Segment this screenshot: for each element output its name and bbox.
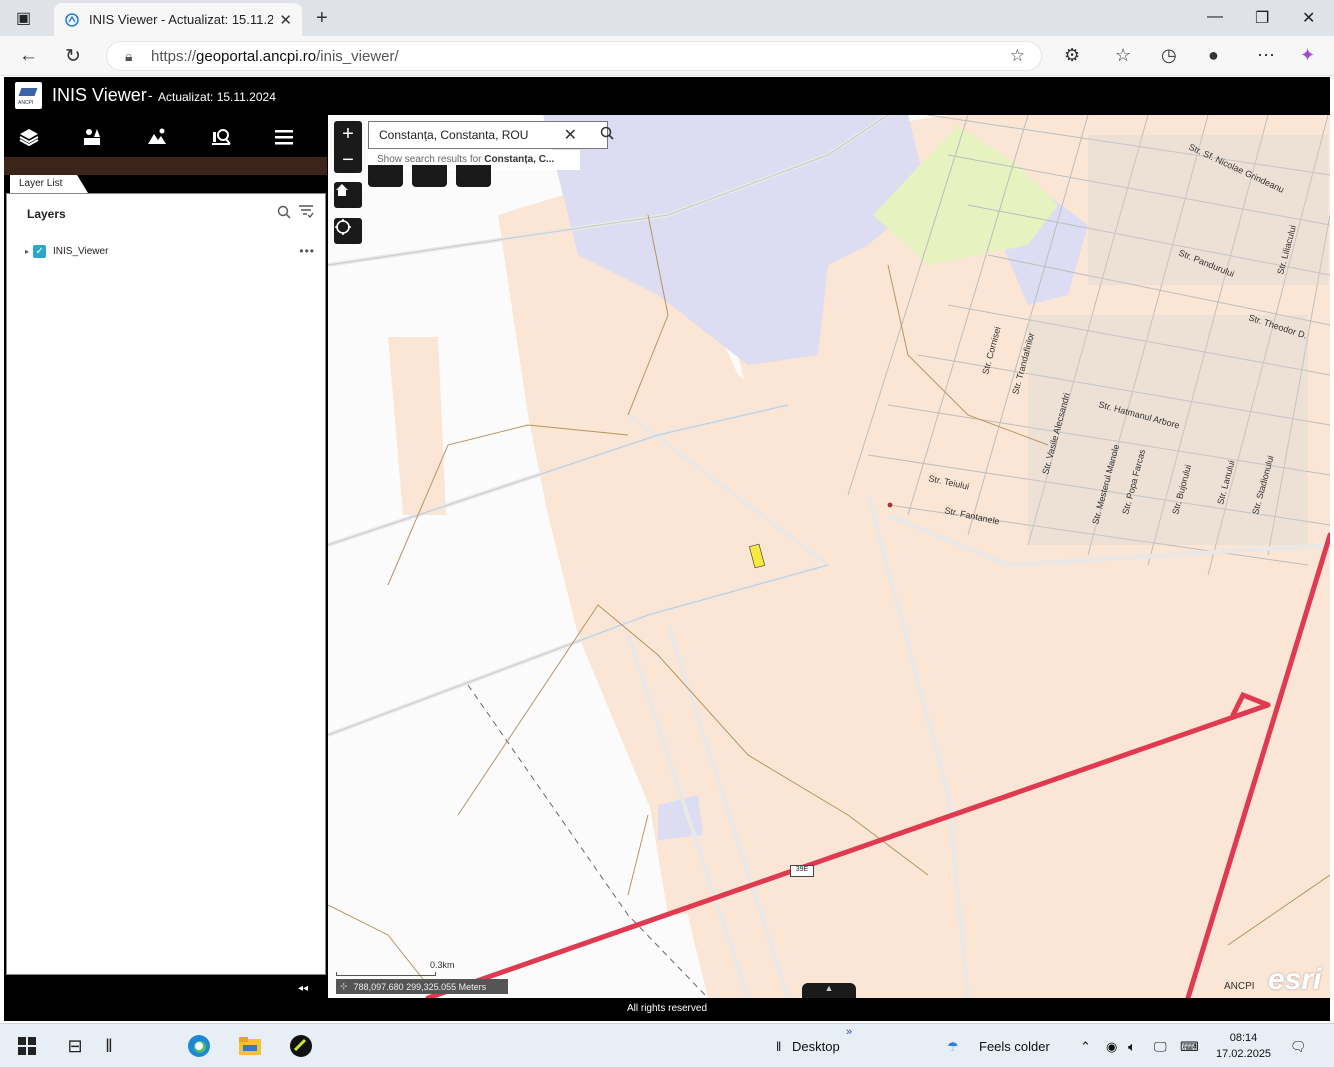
notifications-icon[interactable]: 🗨︎ bbox=[1290, 1039, 1307, 1055]
keyboard-icon[interactable]: ⌨ bbox=[1180, 1039, 1199, 1055]
collapse-panel-icon[interactable]: ◂◂ bbox=[298, 983, 308, 994]
layer-name: INIS_Viewer bbox=[53, 245, 109, 257]
basemap-icon[interactable] bbox=[143, 123, 171, 151]
map-attribution: ANCPI bbox=[1224, 981, 1255, 992]
coordinate-readout: ⊹ 788,097.680 299,325.055 Meters bbox=[336, 979, 508, 994]
copilot-icon[interactable]: ✦ bbox=[1300, 45, 1315, 66]
expand-caret-icon[interactable]: ▸ bbox=[25, 247, 29, 256]
clock-date: 17.02.2025 bbox=[1216, 1048, 1272, 1060]
reload-icon[interactable]: ↻ bbox=[65, 45, 81, 68]
app-title: INIS Viewer bbox=[52, 85, 147, 105]
identify-icon[interactable] bbox=[207, 123, 235, 151]
clock-time: 08:14 bbox=[1229, 1032, 1258, 1044]
desktop-toolbar-label[interactable]: Desktop bbox=[792, 1039, 840, 1054]
search-value: Constanța, Constanta, ROU bbox=[379, 128, 529, 142]
new-tab-icon[interactable]: + bbox=[316, 7, 328, 30]
weather-text[interactable]: Feels colder bbox=[979, 1039, 1050, 1054]
attribute-table-toggle[interactable]: ▲ bbox=[802, 983, 856, 998]
layer-list-panel: Layers ▸ ✓ INIS_Viewer ••• bbox=[6, 193, 326, 975]
layer-options-icon[interactable]: ••• bbox=[299, 244, 315, 258]
windows-start-icon[interactable] bbox=[14, 1033, 40, 1059]
suggestion-term: Constanța, C... bbox=[484, 154, 555, 165]
chevron-up-icon[interactable]: ⌃ bbox=[1080, 1039, 1091, 1055]
url-path: /inis_viewer/ bbox=[316, 47, 399, 65]
app-header: INIS Viewer - Actualizat: 15.11.2024 bbox=[4, 77, 1330, 115]
tab-close-icon[interactable]: ✕ bbox=[279, 11, 292, 29]
overview-button[interactable] bbox=[368, 165, 403, 187]
weather-icon[interactable]: ☂ bbox=[947, 1039, 959, 1055]
speaker-muted-icon[interactable]: 🔈︎ bbox=[1128, 1039, 1136, 1055]
scale-bar bbox=[336, 972, 436, 976]
ancpi-logo bbox=[15, 82, 42, 109]
map-view[interactable]: Str. Sf. Nicolae Grindeanu Str. Pandurul… bbox=[328, 115, 1330, 998]
task-view-icon[interactable]: ⊟ bbox=[62, 1033, 88, 1059]
favorites-icon[interactable]: ☆ bbox=[1115, 45, 1131, 66]
legend-list-button[interactable] bbox=[456, 165, 491, 187]
zoom-in-button[interactable]: + bbox=[334, 121, 362, 147]
widget-toolbar bbox=[4, 115, 327, 159]
title-separator: - bbox=[148, 87, 153, 103]
clear-search-icon[interactable]: ✕ bbox=[564, 125, 577, 145]
coordinate-text: 788,097.680 299,325.055 Meters bbox=[353, 981, 487, 992]
map-search-input[interactable]: Constanța, Constanta, ROU ✕ bbox=[368, 121, 614, 149]
browser-tab[interactable]: INIS Viewer - Actualizat: 15.11.202 ✕ bbox=[54, 3, 302, 36]
clock[interactable]: 08:14 17.02.2025 bbox=[1216, 1030, 1271, 1062]
scale-label: 0.3km bbox=[430, 960, 455, 970]
panel-title-strip bbox=[4, 157, 327, 175]
app-icon[interactable] bbox=[288, 1033, 314, 1059]
tab-title: INIS Viewer - Actualizat: 15.11.202 bbox=[89, 12, 274, 27]
print-button[interactable] bbox=[412, 165, 447, 187]
file-explorer-icon[interactable] bbox=[237, 1033, 263, 1059]
layers-icon[interactable] bbox=[15, 123, 43, 151]
inis-viewer-app: INIS Viewer - Actualizat: 15.11.2024 Lay… bbox=[4, 77, 1330, 1021]
url-field[interactable]: 🔒︎ https://geoportal.ancpi.ro/inis_viewe… bbox=[106, 41, 1042, 71]
url-host: geoportal.ancpi.ro bbox=[196, 47, 317, 65]
filter-icon[interactable] bbox=[298, 204, 314, 221]
edge-browser-icon[interactable] bbox=[186, 1033, 212, 1059]
site-favicon-icon bbox=[64, 12, 80, 28]
network-icon[interactable]: 🖵︎ bbox=[1154, 1039, 1167, 1055]
lock-icon: 🔒︎ bbox=[125, 48, 133, 64]
map-canvas: Str. Sf. Nicolae Grindeanu Str. Pandurul… bbox=[328, 115, 1330, 998]
chevron-right-icon[interactable]: » bbox=[846, 1026, 852, 1038]
history-icon[interactable]: ◷ bbox=[1161, 45, 1177, 66]
esri-logo: esri bbox=[1268, 963, 1322, 996]
suggestion-prefix: Show search results for bbox=[377, 154, 485, 165]
windows-taskbar: ⊟ ‖ ‖ Desktop » ☂ Feels colder ⌃ ◉ 🔈︎ 🖵︎… bbox=[0, 1023, 1334, 1067]
footer-copyright: All rights reserved bbox=[626, 1003, 708, 1014]
crosshair-icon: ⊹ bbox=[340, 981, 348, 991]
more-menu-icon[interactable]: ⋯ bbox=[1257, 45, 1275, 66]
back-icon[interactable]: ← bbox=[19, 45, 38, 67]
extensions-icon[interactable]: ⚙ bbox=[1064, 45, 1080, 66]
panel-heading: Layers bbox=[27, 207, 66, 221]
app-subtitle: Actualizat: 15.11.2024 bbox=[158, 90, 276, 104]
browser-tabbar: ▣ INIS Viewer - Actualizat: 15.11.202 ✕ … bbox=[0, 0, 1334, 36]
tab-actions-icon[interactable]: ▣ bbox=[16, 8, 31, 28]
meet-icon[interactable]: ◉ bbox=[1106, 1039, 1117, 1055]
panel-tabbar: Layer List bbox=[6, 175, 326, 193]
locate-button[interactable] bbox=[334, 218, 362, 244]
close-window-icon[interactable]: ✕ bbox=[1302, 8, 1315, 28]
home-button[interactable] bbox=[334, 182, 362, 208]
search-icon[interactable] bbox=[277, 205, 291, 222]
tab-layer-list[interactable]: Layer List bbox=[10, 175, 88, 193]
layer-item[interactable]: ▸ ✓ INIS_Viewer ••• bbox=[25, 242, 315, 260]
menu-icon[interactable] bbox=[270, 123, 298, 151]
profile-avatar-icon[interactable]: ● bbox=[1208, 45, 1219, 66]
zoom-out-button[interactable]: − bbox=[334, 147, 362, 173]
favorite-star-icon[interactable]: ☆ bbox=[1010, 46, 1025, 66]
restore-icon[interactable]: ❐ bbox=[1255, 8, 1269, 28]
layer-checkbox[interactable]: ✓ bbox=[33, 244, 47, 258]
legend-icon[interactable] bbox=[78, 123, 106, 151]
desktop-divider: ‖ bbox=[776, 1039, 782, 1054]
divider-icon: ‖ bbox=[105, 1035, 113, 1056]
address-bar-row: ← ↻ 🔒︎ https://geoportal.ancpi.ro/inis_v… bbox=[0, 36, 1334, 76]
minimize-icon[interactable]: — bbox=[1207, 8, 1223, 26]
zoom-control: + − bbox=[334, 121, 362, 173]
url-prefix: https:// bbox=[151, 47, 197, 65]
road-shield: 39E bbox=[790, 865, 814, 877]
